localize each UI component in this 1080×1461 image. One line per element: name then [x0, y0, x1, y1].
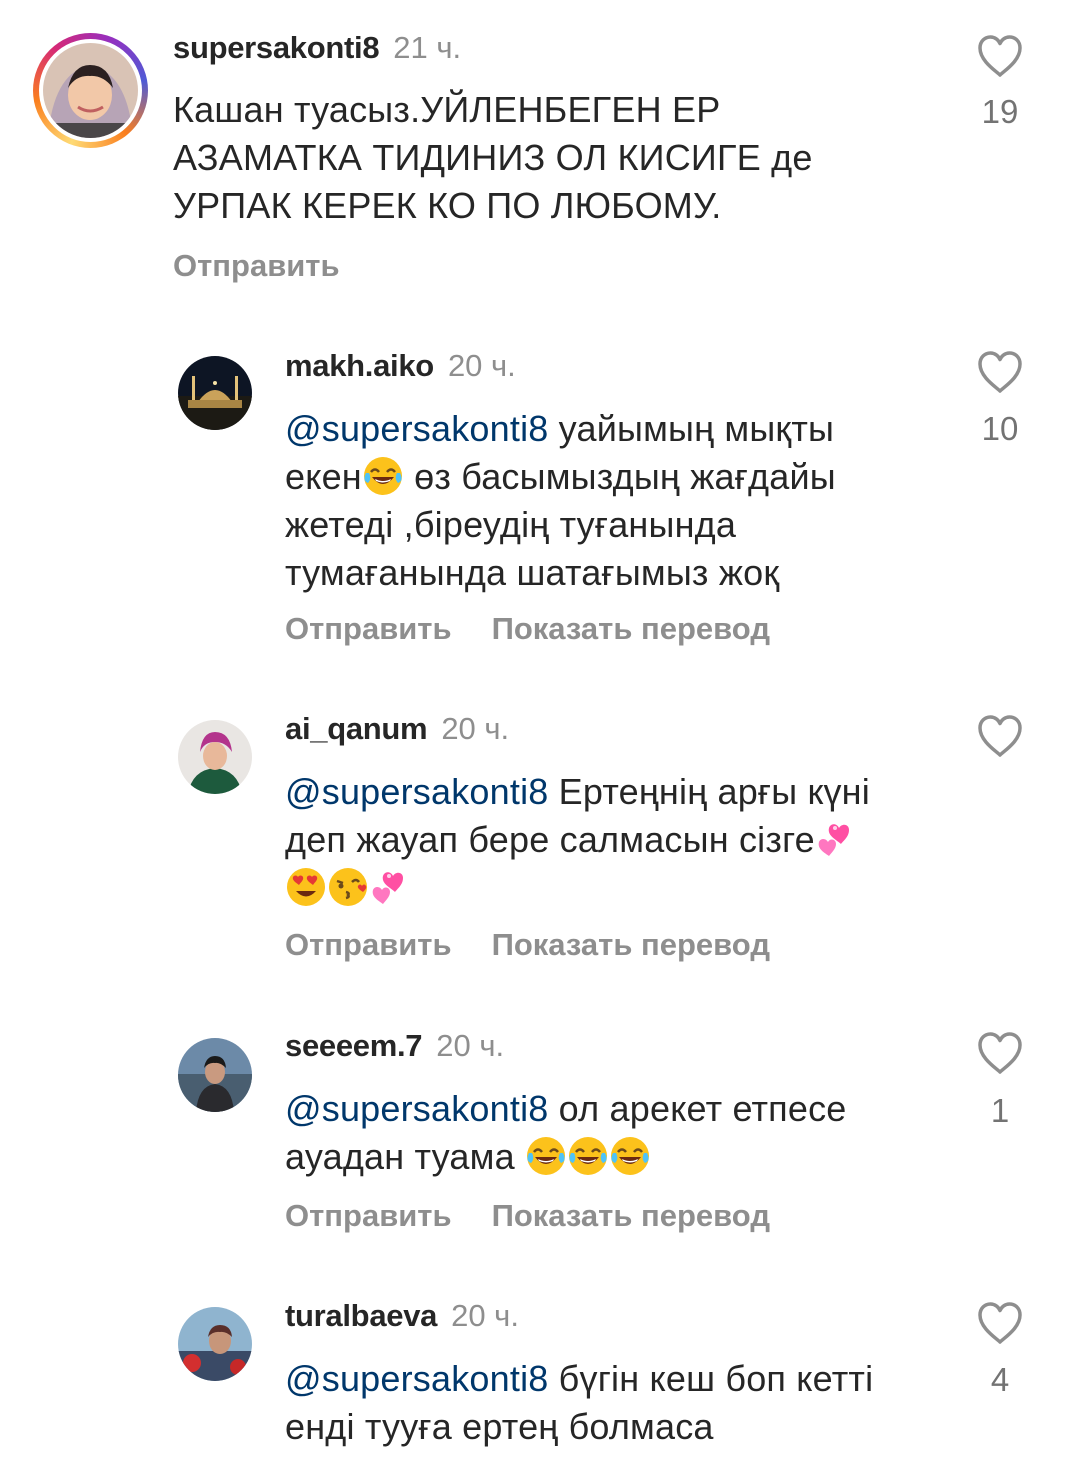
avatar[interactable] [43, 43, 138, 138]
username[interactable]: makh.aiko [285, 348, 434, 383]
comment-header: supersakonti8 21 ч. [173, 28, 461, 68]
laughing-emoji-icon [567, 1135, 609, 1177]
heart-eyes-icon [285, 866, 327, 908]
username[interactable]: supersakonti8 [173, 30, 380, 65]
text-segment: екен [285, 456, 362, 497]
story-ring[interactable] [33, 33, 148, 148]
reply-button[interactable]: Отправить [285, 925, 452, 965]
reply-button[interactable]: Отправить [285, 609, 452, 649]
text-segment: өз басымыздың жағдайы [403, 456, 836, 497]
reply-button[interactable]: Отправить [173, 246, 340, 286]
comment-text: Кашан туасыз.УЙЛЕНБЕГЕН ЕР АЗАМАТКА ТИДИ… [173, 86, 953, 230]
heart-icon [976, 714, 1024, 758]
heart-icon [976, 350, 1024, 394]
text-segment: бүгін кеш боп кетті [548, 1358, 874, 1399]
comment-text: @supersakonti8 уайымың мықты екен өз бас… [285, 405, 965, 597]
laughing-emoji-icon [609, 1135, 651, 1177]
username[interactable]: ai_qanum [285, 711, 428, 746]
comment-header: makh.aiko 20 ч. [285, 346, 516, 386]
comment-header: seeeem.7 20 ч. [285, 1026, 504, 1066]
comment-actions: Отправить [173, 246, 340, 286]
avatar[interactable] [178, 1307, 252, 1381]
laughing-emoji-icon [525, 1135, 567, 1177]
text-line: УРПАК КЕРЕК КО ПО ЛЮБОМУ. [173, 185, 722, 226]
comment-text: @supersakonti8 Ертеңнің арғы күні деп жа… [285, 768, 965, 912]
like-button[interactable] [976, 714, 1024, 758]
like-button[interactable] [976, 1301, 1024, 1345]
like-button[interactable] [976, 1031, 1024, 1075]
translate-button[interactable]: Показать перевод [492, 1196, 770, 1236]
heart-icon [976, 1301, 1024, 1345]
mention-link[interactable]: @supersakonti8 [285, 408, 548, 449]
mention-link[interactable]: @supersakonti8 [285, 771, 548, 812]
comment-header: turalbaeva 20 ч. [285, 1296, 519, 1336]
text-segment: ауадан туама [285, 1136, 526, 1177]
text-line: жетеді ,біреудің туғанында [285, 504, 737, 545]
comment-actions: Отправить Показать перевод [285, 1196, 770, 1236]
timestamp: 20 ч. [436, 1028, 505, 1063]
text-segment: ол арекет етпесе [548, 1088, 847, 1129]
translate-button[interactable]: Показать перевод [492, 609, 770, 649]
translate-button[interactable]: Показать перевод [492, 925, 770, 965]
avatar[interactable] [178, 1038, 252, 1112]
comment-text: @supersakonti8 ол арекет етпесе ауадан т… [285, 1085, 965, 1181]
comment-actions: Отправить Показать перевод [285, 925, 770, 965]
avatar[interactable] [178, 720, 252, 794]
like-count: 4 [990, 1361, 1010, 1398]
like-count: 1 [990, 1092, 1010, 1129]
timestamp: 20 ч. [441, 711, 510, 746]
like-count: 19 [981, 93, 1019, 130]
comment-actions: Отправить Показать перевод [285, 609, 770, 649]
avatar[interactable] [178, 356, 252, 430]
comment-header: ai_qanum 20 ч. [285, 709, 509, 749]
heart-icon [976, 34, 1024, 78]
timestamp: 20 ч. [447, 348, 516, 383]
comment-text: @supersakonti8 бүгін кеш боп кетті енді … [285, 1355, 965, 1451]
reply-button[interactable]: Отправить [285, 1196, 452, 1236]
text-segment: деп жауап бере салмасын сізге [285, 819, 815, 860]
text-line: АЗАМАТКА ТИДИНИЗ ОЛ КИСИГЕ де [173, 137, 813, 178]
text-segment: Ертеңнің арғы күні [548, 771, 870, 812]
text-line: тумағанында шатағымыз жоқ [285, 552, 780, 593]
laughing-emoji-icon [362, 455, 404, 497]
like-count: 10 [981, 410, 1019, 447]
kiss-face-icon [327, 866, 369, 908]
text-line: Кашан туасыз.УЙЛЕНБЕГЕН ЕР [173, 89, 721, 130]
two-hearts-icon [369, 866, 411, 908]
text-segment: уайымың мықты [548, 408, 835, 449]
username[interactable]: seeeem.7 [285, 1028, 423, 1063]
timestamp: 20 ч. [451, 1298, 519, 1333]
mention-link[interactable]: @supersakonti8 [285, 1358, 548, 1399]
timestamp: 21 ч. [393, 30, 462, 65]
like-button[interactable] [976, 34, 1024, 78]
like-button[interactable] [976, 350, 1024, 394]
heart-icon [976, 1031, 1024, 1075]
two-hearts-icon [815, 818, 857, 860]
username[interactable]: turalbaeva [285, 1298, 437, 1333]
text-line: енді тууға ертең болмаса [285, 1406, 714, 1447]
mention-link[interactable]: @supersakonti8 [285, 1088, 548, 1129]
